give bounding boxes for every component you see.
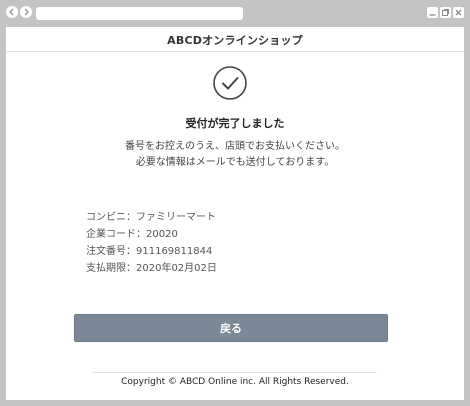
close-icon[interactable]: [453, 7, 464, 18]
forward-arrow-icon[interactable]: [20, 6, 32, 18]
page-content: ABCDオンラインショップ 受付が完了しました 番号をお控えのうえ、店頭でお支払…: [6, 27, 464, 400]
completion-message: 番号をお控えのうえ、店頭でお支払いください。 必要な情報はメールでも送付しており…: [6, 139, 464, 171]
order-number: 注文番号：911169811844: [86, 246, 213, 257]
site-title: ABCDオンラインショップ: [167, 34, 303, 47]
back-arrow-icon[interactable]: [6, 6, 18, 18]
restore-icon[interactable]: [440, 7, 451, 18]
minimize-icon[interactable]: [427, 7, 438, 18]
convenience-store: コンビニ：ファミリーマート: [86, 212, 216, 223]
payment-info: コンビニ：ファミリーマート 企業コード：20020 注文番号：911169811…: [86, 209, 217, 277]
address-bar[interactable]: [36, 7, 243, 20]
browser-window: ABCDオンラインショップ 受付が完了しました 番号をお控えのうえ、店頭でお支払…: [0, 0, 470, 406]
check-circle-icon: [213, 66, 247, 100]
browser-titlebar: [0, 0, 470, 27]
payment-deadline: 支払期限：2020年02月02日: [86, 263, 217, 274]
message-line: 番号をお控えのうえ、店頭でお支払いください。: [125, 141, 345, 152]
site-header: ABCDオンラインショップ: [6, 27, 464, 52]
footer-copyright: Copyright © ABCD Online inc. All Rights …: [93, 372, 377, 387]
company-code: 企業コード：20020: [86, 229, 178, 240]
completion-title: 受付が完了しました: [185, 117, 285, 130]
nav-buttons: [6, 6, 32, 20]
back-button[interactable]: 戻る: [74, 314, 388, 342]
message-line: 必要な情報はメールでも送付しております。: [135, 157, 335, 168]
window-controls: [427, 7, 464, 18]
